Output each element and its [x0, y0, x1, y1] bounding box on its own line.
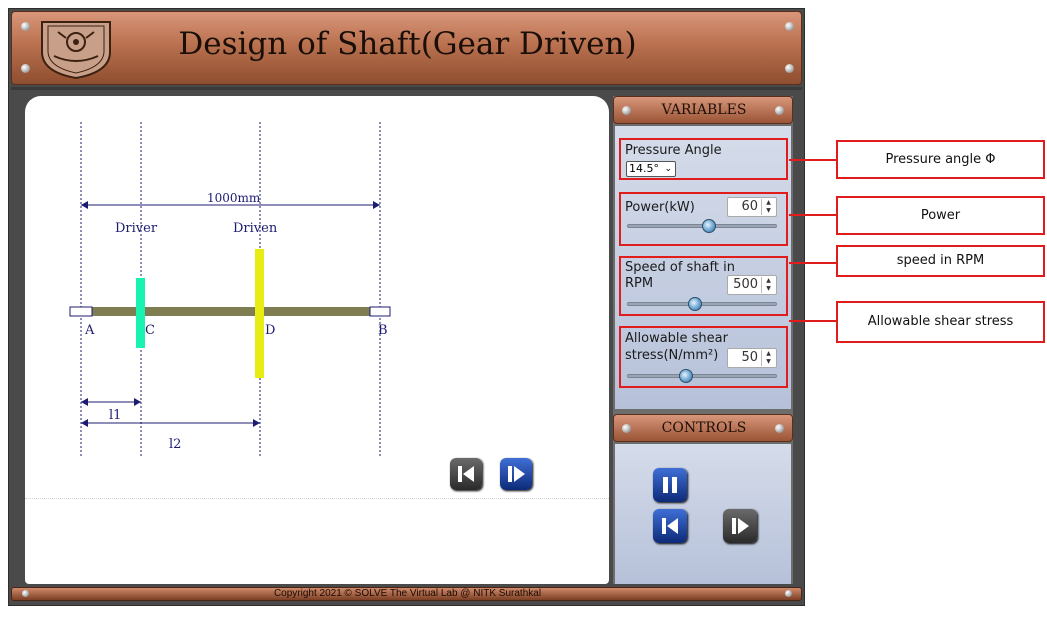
driver-label: Driver	[115, 221, 158, 236]
annotation-connector	[789, 159, 837, 161]
spin-down-icon[interactable]: ▼	[762, 285, 775, 293]
dimension-arrow-left	[81, 201, 88, 209]
annotation-speed: speed in RPM	[836, 245, 1045, 277]
copyright-text: Copyright 2021 © SOLVE The Virtual Lab @…	[273, 588, 542, 599]
speed-group: Speed of shaft in RPM 500 ▲ ▼	[619, 256, 788, 316]
speed-slider-thumb[interactable]	[688, 297, 703, 311]
dimension-label: 1000mm	[207, 191, 261, 205]
power-slider-thumb[interactable]	[701, 219, 716, 233]
annotation-connector	[789, 320, 837, 322]
title-bar: Design of Shaft(Gear Driven)	[11, 11, 802, 85]
shear-input[interactable]: 50 ▲ ▼	[727, 348, 777, 368]
shear-label-line1: Allowable shear	[625, 331, 728, 346]
spin-up-icon[interactable]: ▲	[762, 350, 775, 358]
pressure-angle-select[interactable]: 14.5° ⌄	[626, 161, 676, 177]
pressure-angle-label: Pressure Angle	[625, 143, 722, 158]
shear-spinner[interactable]: ▲ ▼	[761, 350, 775, 366]
bearing-b	[369, 306, 391, 317]
spin-down-icon[interactable]: ▼	[762, 358, 775, 366]
divider	[11, 87, 802, 90]
dimension-arrow-right	[373, 201, 380, 209]
divider	[25, 498, 609, 499]
pause-button[interactable]	[653, 468, 687, 502]
speed-label-line2: RPM	[625, 276, 654, 291]
point-b-label: B	[378, 323, 388, 338]
power-label: Power(kW)	[625, 200, 695, 215]
variables-panel: Pressure Angle 14.5° ⌄ Power(kW) 60 ▲▼	[615, 126, 791, 409]
variables-header: VARIABLES	[613, 96, 793, 124]
power-group: Power(kW) 60 ▲ ▼	[619, 192, 788, 246]
speed-input[interactable]: 500 ▲ ▼	[727, 275, 777, 295]
point-c-label: C	[145, 323, 155, 338]
step-back-control-button[interactable]	[653, 509, 687, 543]
simulation-canvas: 1000mm Driver Driven A C D B l1 l2	[25, 96, 609, 584]
footer-bar: Copyright 2021 © SOLVE The Virtual Lab @…	[11, 587, 802, 601]
shaft-diagram: 1000mm Driver Driven A C D B l1 l2	[69, 122, 391, 456]
speed-spinner[interactable]: ▲ ▼	[761, 277, 775, 293]
annotation-connector	[789, 262, 837, 264]
step-forward-icon	[508, 466, 525, 482]
power-input[interactable]: 60 ▲ ▼	[727, 197, 777, 217]
pause-icon	[663, 477, 677, 493]
shear-value: 50	[741, 350, 758, 365]
driven-gear	[255, 249, 264, 378]
shear-slider[interactable]	[627, 374, 777, 378]
annotation-shear: Allowable shear stress	[836, 301, 1045, 343]
spin-down-icon[interactable]: ▼	[762, 207, 775, 215]
power-spinner[interactable]: ▲ ▼	[761, 199, 775, 215]
bearing-a	[69, 306, 93, 317]
shear-slider-thumb[interactable]	[678, 369, 693, 383]
driven-label: Driven	[233, 221, 278, 236]
variables-title: VARIABLES	[661, 102, 747, 118]
step-forward-icon	[732, 518, 749, 534]
point-d-label: D	[265, 323, 275, 338]
pressure-angle-group: Pressure Angle 14.5° ⌄	[619, 138, 788, 180]
controls-title: CONTROLS	[661, 420, 747, 436]
l2-label: l2	[169, 437, 181, 452]
page-title: Design of Shaft(Gear Driven)	[178, 26, 637, 62]
spin-up-icon[interactable]: ▲	[762, 277, 775, 285]
rivet-icon	[21, 64, 30, 73]
screen-root: Design of Shaft(Gear Driven) 1000mm Driv…	[0, 0, 1047, 627]
step-back-icon	[458, 466, 474, 482]
shear-group: Allowable shear stress(N/mm²) 50 ▲ ▼	[619, 326, 788, 388]
driver-gear	[136, 278, 145, 348]
step-back-button[interactable]	[450, 458, 482, 490]
simulator-window: Design of Shaft(Gear Driven) 1000mm Driv…	[8, 8, 805, 606]
chevron-down-icon: ⌄	[664, 164, 672, 174]
annotation-power: Power	[836, 196, 1045, 235]
rivet-icon	[785, 64, 794, 73]
shaft	[81, 307, 380, 316]
power-value: 60	[741, 199, 758, 214]
controls-panel	[615, 444, 791, 584]
pressure-angle-value: 14.5°	[629, 162, 659, 175]
side-panel: VARIABLES Pressure Angle 14.5° ⌄ Power(k…	[613, 96, 793, 584]
step-forward-button[interactable]	[500, 458, 532, 490]
point-a-label: A	[84, 323, 95, 338]
spin-up-icon[interactable]: ▲	[762, 199, 775, 207]
l1-label: l1	[109, 408, 121, 423]
speed-label-line1: Speed of shaft in	[625, 260, 735, 275]
step-forward-control-button[interactable]	[723, 509, 757, 543]
shear-label-line2: stress(N/mm²)	[625, 348, 719, 363]
speed-value: 500	[733, 277, 758, 292]
annotation-connector	[789, 214, 837, 216]
annotation-pressure-angle: Pressure angle Φ	[836, 140, 1045, 179]
controls-header: CONTROLS	[613, 414, 793, 442]
step-back-icon	[662, 518, 678, 534]
